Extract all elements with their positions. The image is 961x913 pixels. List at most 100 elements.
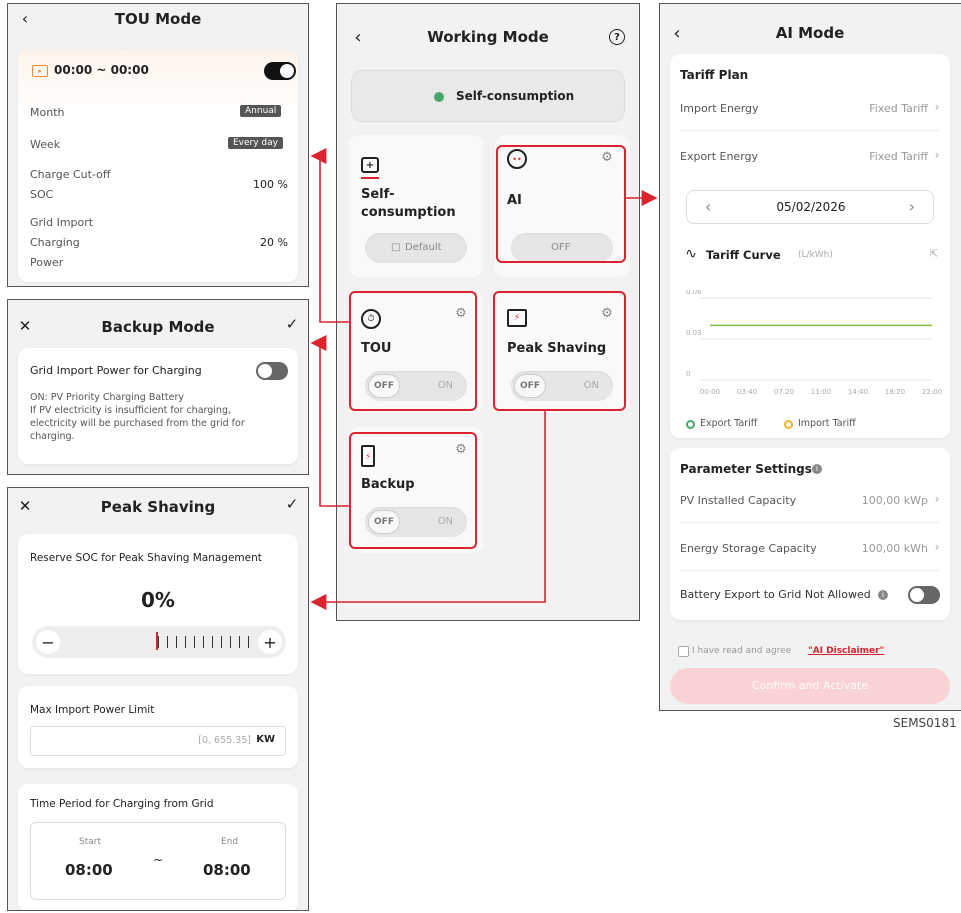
date-picker[interactable]: ‹ 05/02/2026 › [686,190,934,224]
ai-mode-panel: ‹ AI Mode Tariff Plan Import Energy Fixe… [659,3,961,711]
reserve-soc-label: Reserve SOC for Peak Shaving Management [30,552,262,564]
grid-charge-label: Grid Import Power for Charging [30,364,202,377]
x-tick-label: 22:00 [922,388,942,396]
curve-icon: ∿ [685,246,697,262]
page-title: Working Mode [427,28,549,46]
parameter-title: Parameter Settings [680,462,812,476]
chevron-right-icon[interactable]: › [909,197,915,216]
lock-icon: □ [391,242,401,253]
info-icon[interactable]: i [878,590,888,600]
chevron-right-icon: › [934,148,940,162]
cutoff-label-1: Charge Cut-off [30,168,111,181]
backup-desc-2: If PV electricity is insufficient for ch… [30,405,231,416]
page-title: TOU Mode [114,10,202,28]
month-value[interactable]: Annual [240,105,282,117]
backup-desc-4: charging. [30,431,75,442]
week-value[interactable]: Every day [228,137,283,149]
reserve-soc-card: Reserve SOC for Peak Shaving Management … [18,534,298,674]
import-energy-label: Import Energy [680,102,759,115]
tariff-plan-title: Tariff Plan [680,68,749,82]
page-title: Backup Mode [101,318,215,336]
tou-enable-toggle[interactable] [264,62,296,80]
chevron-right-icon: › [934,100,940,114]
current-mode-pill: Self-consumption [351,70,625,122]
grid-label-1: Grid Import [30,216,94,229]
x-tick-label: 03:40 [737,388,757,396]
mode-label-line1: Self- [361,187,395,202]
confirm-button[interactable]: Confirm and Activate [670,668,950,704]
mode-card-self-consumption[interactable]: + Self- consumption □ Default [349,135,483,277]
max-import-placeholder: [0, 655.35] [198,735,251,746]
chevron-right-icon: › [934,540,940,554]
tariff-chart: 0 0.03 0.06 00:00 03:40 07:20 11:00 14:40 18:20 2… [686,290,942,396]
x-tick-label: 07:20 [774,388,794,396]
end-time[interactable]: 08:00 [203,861,251,879]
check-icon[interactable]: ✓ [284,495,300,513]
reserve-soc-value: 0% [141,588,175,612]
agree-checkbox[interactable] [678,646,689,657]
soc-slider-ticks[interactable] [158,636,254,648]
time-range: 00:00 ~ 00:00 [54,63,149,77]
status-dot [434,92,444,102]
current-mode-label: Self-consumption [456,89,575,103]
grid-label-3: Power [30,256,64,269]
start-time[interactable]: 08:00 [65,861,113,879]
y-tick-label: 0 [686,370,690,378]
help-icon[interactable]: ? [609,29,625,45]
default-label: Default [405,242,442,253]
grid-value[interactable]: 20 % [260,236,288,249]
legend-export-label: Export Tariff [700,418,758,429]
disclaimer-link[interactable]: "AI Disclaimer" [808,646,884,656]
start-label: Start [79,837,101,847]
info-icon[interactable]: i [812,464,822,474]
x-tick-label: 11:00 [811,388,831,396]
soc-slider-thumb[interactable] [156,632,158,650]
tariff-curve-unit: (L/kWh) [798,250,833,260]
export-energy-value[interactable]: Fixed Tariff [869,150,928,163]
check-icon[interactable]: ✓ [284,315,300,333]
legend-import-label: Import Tariff [798,418,856,429]
max-import-label: Max Import Power Limit [30,704,155,716]
highlight-tou [349,291,477,411]
plus-button[interactable]: + [258,630,282,654]
week-label: Week [30,138,61,151]
tilde: ~ [153,853,164,867]
page-title: AI Mode [775,24,845,42]
x-tick-label: 00:00 [700,388,720,396]
highlight-peak [493,291,626,411]
storage-capacity-value[interactable]: 100,00 kWh [862,542,928,555]
confirm-label: Confirm and Activate [751,679,869,692]
highlight-ai [496,145,626,263]
cutoff-label-2: SOC [30,188,54,201]
peak-shaving-panel: ✕ Peak Shaving ✓ Reserve SOC for Peak Sh… [7,487,309,911]
highlight-backup [349,432,477,549]
minus-button[interactable]: − [36,630,60,654]
time-picker: Start 08:00 ~ End 08:00 [30,822,286,900]
grid-label-2: Charging [30,236,80,249]
battery-export-toggle[interactable] [908,586,940,604]
tariff-card: Tariff Plan Import Energy Fixed Tariff ›… [670,54,950,438]
solar-panel-icon: + [361,157,379,173]
import-energy-value[interactable]: Fixed Tariff [869,102,928,115]
grid-charge-toggle[interactable] [256,362,288,380]
y-tick-label: 0.06 [686,290,702,296]
pv-capacity-label: PV Installed Capacity [680,494,797,507]
battery-charge-icon: ▸ [32,65,48,77]
pv-capacity-value[interactable]: 100,00 kWp [862,494,928,507]
date-value: 05/02/2026 [776,200,846,214]
month-label: Month [30,106,65,119]
tariff-curve-title: Tariff Curve [706,248,781,262]
charge-period-card: Time Period for Charging from Grid Start… [18,784,298,910]
end-label: End [221,837,239,847]
charge-period-label: Time Period for Charging from Grid [30,798,214,810]
backup-desc-3: electricity will be purchased from the g… [30,418,245,429]
tou-mode-panel: ‹ TOU Mode ▸ 00:00 ~ 00:00 Month Annual … [7,3,309,287]
max-import-card: Max Import Power Limit [0, 655.35] KW [18,686,298,768]
max-import-input[interactable]: [0, 655.35] KW [30,726,286,756]
legend-export-dot [686,420,695,429]
default-button[interactable]: □ Default [365,233,467,263]
export-energy-label: Export Energy [680,150,759,163]
mode-label-line2: consumption [361,205,456,220]
cutoff-value[interactable]: 100 % [253,178,288,191]
expand-icon[interactable]: ⇱ [928,248,940,260]
